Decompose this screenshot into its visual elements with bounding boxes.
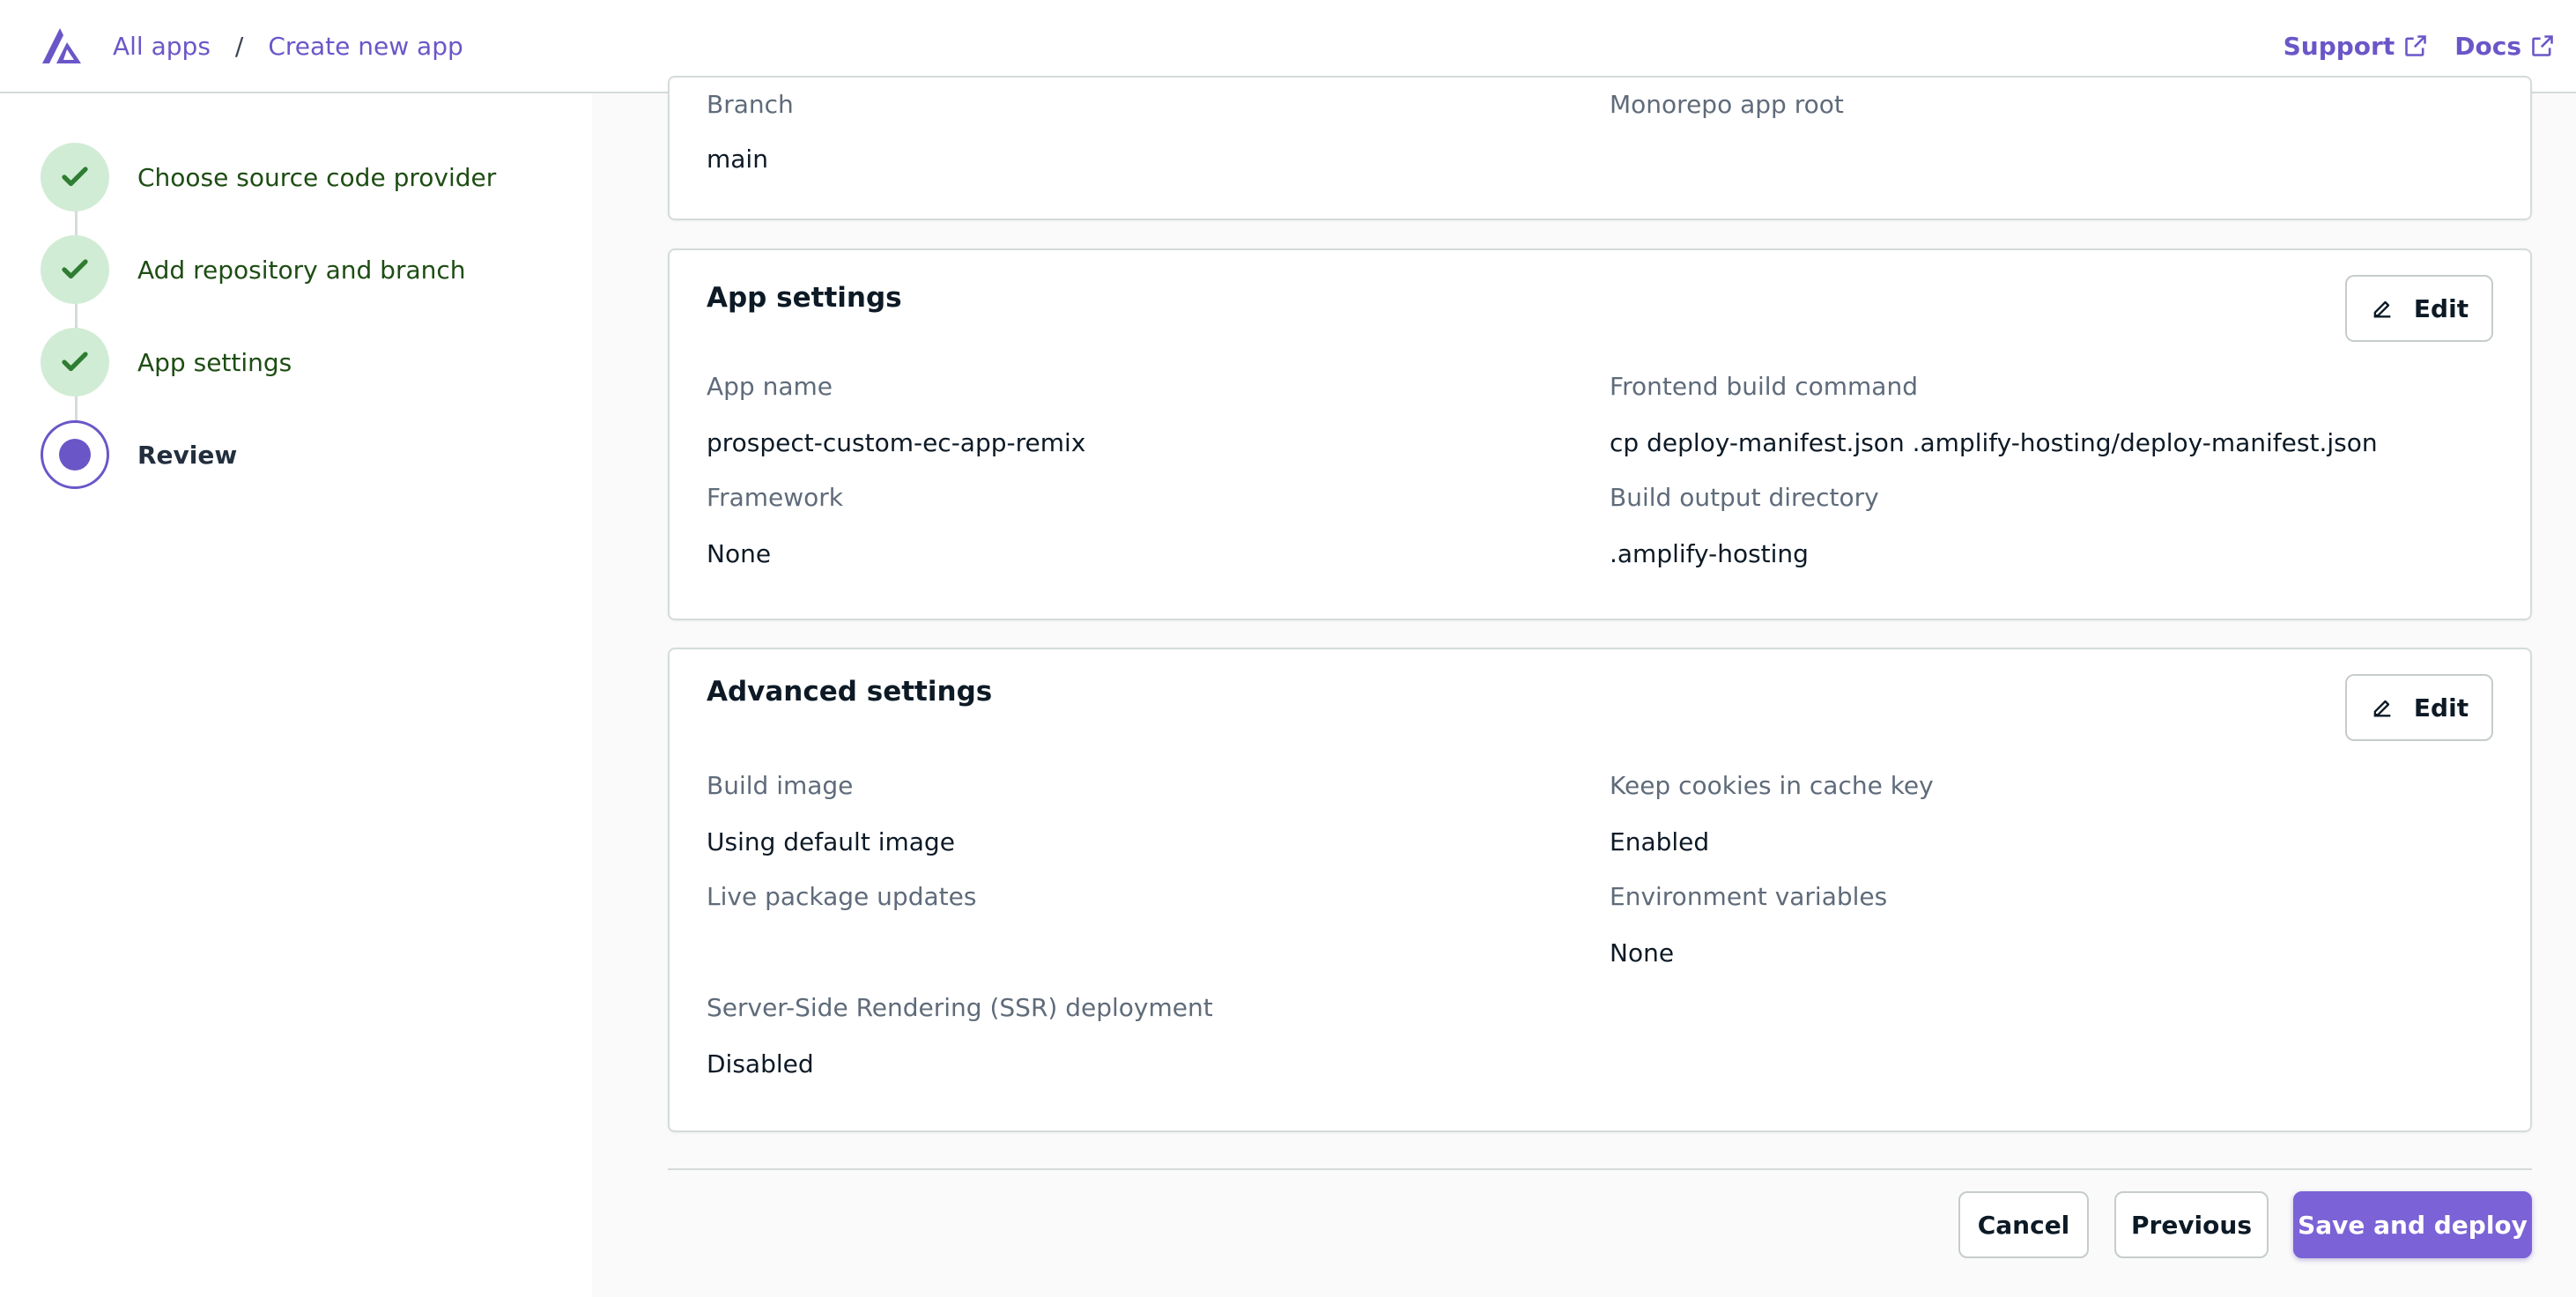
step-label: Choose source code provider: [137, 162, 497, 192]
check-icon: [62, 167, 88, 187]
field-label: Framework: [707, 483, 843, 512]
check-icon: [62, 352, 88, 372]
field-label: Server-Side Rendering (SSR) deployment: [707, 993, 1213, 1022]
external-link-icon: [2405, 35, 2427, 56]
step-review: Review: [41, 419, 237, 490]
field-value: cp deploy-manifest.json .amplify-hosting…: [1610, 428, 2378, 457]
docs-link[interactable]: Docs: [2454, 32, 2555, 61]
field-label: Build image: [707, 771, 854, 800]
step-add-repository[interactable]: Add repository and branch: [41, 234, 466, 305]
advanced-settings-edit-button[interactable]: Edit: [2345, 674, 2493, 741]
app-settings-edit-button[interactable]: Edit: [2345, 275, 2493, 342]
step-complete-indicator: [41, 328, 109, 397]
field-label: Monorepo app root: [1610, 90, 1844, 119]
field-value: .amplify-hosting: [1610, 539, 1809, 568]
field-label: Frontend build command: [1610, 372, 1918, 401]
check-icon: [62, 259, 88, 279]
field-label: Build output directory: [1610, 483, 1879, 512]
step-label: Review: [137, 440, 238, 470]
advanced-settings-card: Advanced settings Edit Build image Using…: [668, 648, 2532, 1132]
breadcrumb-create-new-app[interactable]: Create new app: [268, 32, 463, 61]
current-dot-icon: [59, 439, 91, 471]
breadcrumb: All apps / Create new app: [113, 0, 463, 92]
edit-label: Edit: [2413, 693, 2469, 723]
step-app-settings[interactable]: App settings: [41, 327, 292, 397]
docs-link-label: Docs: [2454, 31, 2521, 61]
field-label: Branch: [707, 90, 794, 119]
external-link-icon: [2532, 35, 2553, 56]
field-label: Keep cookies in cache key: [1610, 771, 1934, 800]
field-value: main: [707, 145, 768, 174]
amplify-logo-icon[interactable]: [41, 25, 83, 65]
field-value: Disabled: [707, 1049, 814, 1078]
repository-card: Branch main Monorepo app root: [668, 76, 2532, 220]
support-link[interactable]: Support: [2284, 32, 2429, 61]
card-title: App settings: [707, 282, 902, 314]
step-complete-indicator: [41, 143, 109, 211]
breadcrumb-separator: /: [234, 31, 244, 61]
app-settings-card: App settings Edit App name prospect-cust…: [668, 248, 2532, 620]
field-value: Enabled: [1610, 827, 1710, 856]
field-value: None: [707, 539, 772, 568]
step-current-indicator: [41, 420, 109, 489]
pencil-icon: [2373, 700, 2391, 717]
previous-button[interactable]: Previous: [2114, 1191, 2269, 1258]
cancel-button[interactable]: Cancel: [1958, 1191, 2089, 1258]
save-and-deploy-button[interactable]: Save and deploy: [2293, 1191, 2532, 1258]
field-value: prospect-custom-ec-app-remix: [707, 428, 1086, 457]
field-label: App name: [707, 372, 833, 401]
wizard-steps-sidebar: Choose source code provider Add reposito…: [0, 93, 592, 1297]
field-label: Live package updates: [707, 882, 977, 911]
main-content: Branch main Monorepo app root App settin…: [592, 76, 2576, 1297]
edit-label: Edit: [2413, 293, 2469, 323]
pencil-icon: [2373, 300, 2391, 318]
step-label: App settings: [137, 347, 292, 377]
field-value: None: [1610, 938, 1675, 967]
step-label: Add repository and branch: [137, 255, 466, 285]
footer-divider: [668, 1168, 2532, 1170]
support-link-label: Support: [2283, 31, 2395, 61]
step-complete-indicator: [41, 235, 109, 304]
card-title: Advanced settings: [707, 676, 993, 708]
step-choose-source[interactable]: Choose source code provider: [41, 142, 496, 212]
field-label: Environment variables: [1610, 882, 1888, 911]
field-value: Using default image: [707, 827, 955, 856]
breadcrumb-all-apps[interactable]: All apps: [113, 32, 211, 61]
